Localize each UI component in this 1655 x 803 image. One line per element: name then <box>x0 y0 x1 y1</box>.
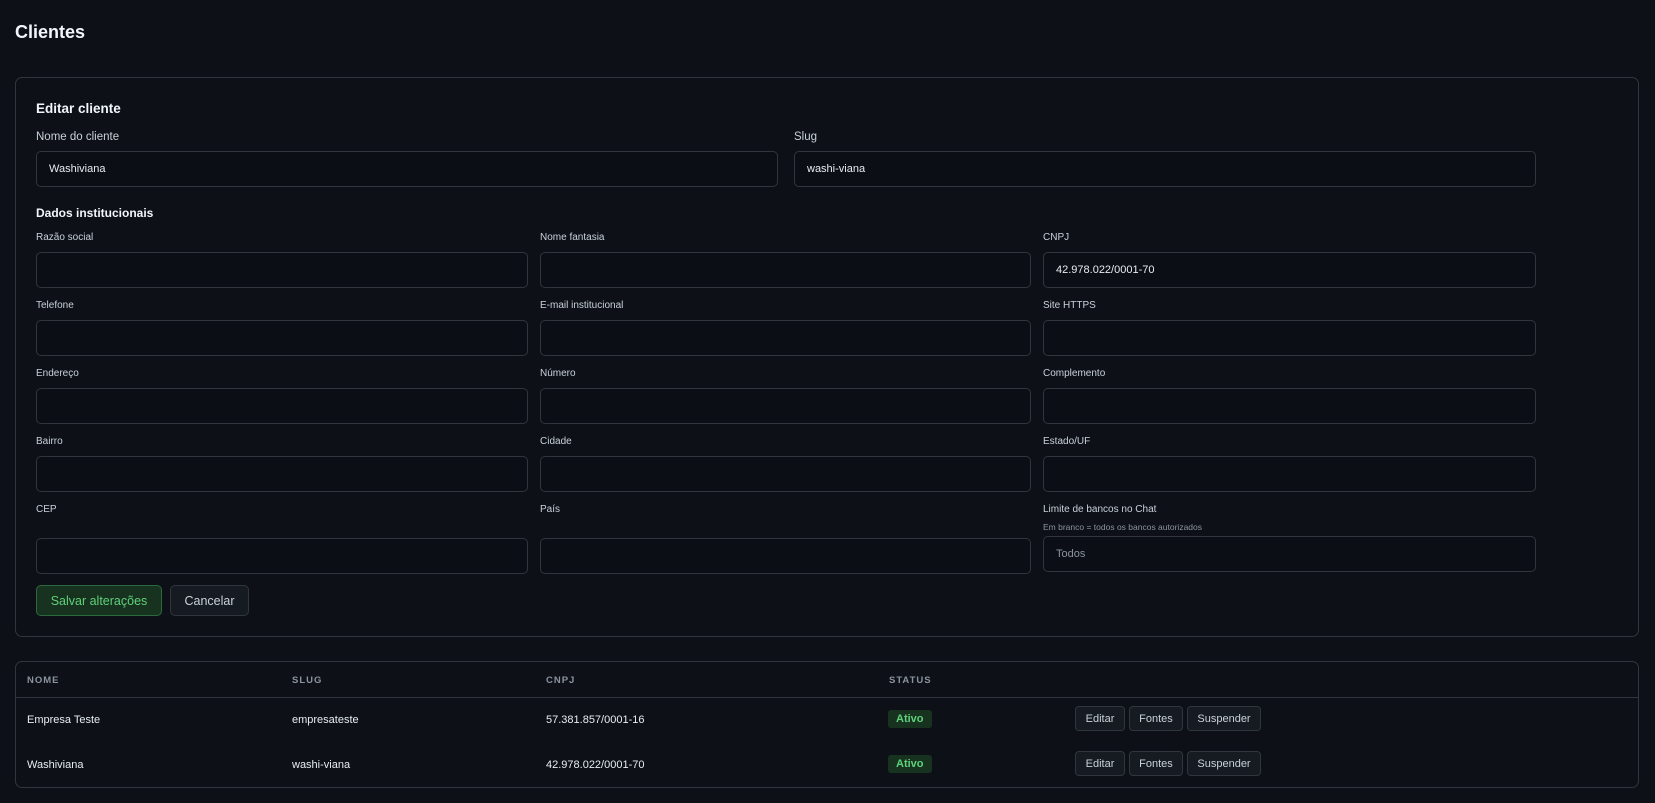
numero-input[interactable] <box>540 388 1031 424</box>
edit-client-card: Editar cliente Nome do cliente Slug Dado… <box>15 77 1639 637</box>
column-header-nome: NOME <box>27 675 60 686</box>
chat-bank-limit-hint: Em branco = todos os bancos autorizados <box>1043 522 1202 532</box>
client-name-label: Nome do cliente <box>36 131 120 143</box>
client-name-input[interactable] <box>36 151 778 187</box>
nome-fantasia-field: Nome fantasia <box>540 231 1031 288</box>
column-header-slug: SLUG <box>292 675 323 686</box>
bairro-field: Bairro <box>36 435 528 492</box>
estado-input[interactable] <box>1043 456 1536 492</box>
client-name-field: Nome do cliente <box>36 130 778 187</box>
column-header-cnpj: CNPJ <box>546 675 576 686</box>
site-input[interactable] <box>1043 320 1536 356</box>
razao-social-label: Razão social <box>36 232 94 243</box>
cep-field: CEP <box>36 503 528 574</box>
suspend-button[interactable]: Suspender <box>1187 706 1261 731</box>
site-label: Site HTTPS <box>1043 300 1096 311</box>
cep-label: CEP <box>36 504 57 515</box>
telefone-input[interactable] <box>36 320 528 356</box>
cidade-label: Cidade <box>540 436 572 447</box>
status-badge: Ativo <box>888 755 932 773</box>
suspend-button[interactable]: Suspender <box>1187 751 1261 776</box>
telefone-field: Telefone <box>36 299 528 356</box>
institutional-data-title: Dados institucionais <box>36 206 154 220</box>
cell-cnpj: 42.978.022/0001-70 <box>546 759 645 771</box>
chat-bank-limit-label: Limite de bancos no Chat <box>1043 504 1157 515</box>
bairro-label: Bairro <box>36 436 63 447</box>
email-label: E-mail institucional <box>540 300 624 311</box>
numero-field: Número <box>540 367 1031 424</box>
chat-bank-limit-field: Limite de bancos no Chat Em branco = tod… <box>1043 503 1536 572</box>
pais-label: País <box>540 504 561 515</box>
status-badge: Ativo <box>888 710 932 728</box>
cep-input[interactable] <box>36 538 528 574</box>
numero-label: Número <box>540 368 576 379</box>
razao-social-input[interactable] <box>36 252 528 288</box>
save-changes-button[interactable]: Salvar alterações <box>36 585 162 616</box>
endereco-label: Endereço <box>36 368 79 379</box>
clients-table: NOME SLUG CNPJ STATUS Empresa Teste empr… <box>15 661 1639 788</box>
page-title: Clientes <box>15 22 86 42</box>
slug-field: Slug <box>794 130 1536 187</box>
complemento-label: Complemento <box>1043 368 1106 379</box>
edit-client-title: Editar cliente <box>36 101 121 116</box>
cidade-input[interactable] <box>540 456 1031 492</box>
slug-input[interactable] <box>794 151 1536 187</box>
complemento-input[interactable] <box>1043 388 1536 424</box>
cell-slug: empresateste <box>292 714 359 726</box>
cnpj-label: CNPJ <box>1043 232 1070 243</box>
cell-cnpj: 57.381.857/0001-16 <box>546 714 645 726</box>
estado-label: Estado/UF <box>1043 436 1091 447</box>
slug-label: Slug <box>794 131 818 143</box>
edit-button[interactable]: Editar <box>1075 706 1125 731</box>
complemento-field: Complemento <box>1043 367 1536 424</box>
email-input[interactable] <box>540 320 1031 356</box>
bairro-input[interactable] <box>36 456 528 492</box>
telefone-label: Telefone <box>36 300 74 311</box>
pais-field: País <box>540 503 1031 574</box>
table-row: Empresa Teste empresateste 57.381.857/00… <box>16 698 1638 743</box>
cnpj-input[interactable] <box>1043 252 1536 288</box>
razao-social-field: Razão social <box>36 231 528 288</box>
endereco-field: Endereço <box>36 367 528 424</box>
pais-input[interactable] <box>540 538 1031 574</box>
sources-button[interactable]: Fontes <box>1129 706 1183 731</box>
edit-button[interactable]: Editar <box>1075 751 1125 776</box>
cell-slug: washi-viana <box>292 759 351 771</box>
estado-field: Estado/UF <box>1043 435 1536 492</box>
sources-button[interactable]: Fontes <box>1129 751 1183 776</box>
column-header-status: STATUS <box>889 675 932 686</box>
nome-fantasia-label: Nome fantasia <box>540 232 605 243</box>
table-header: NOME SLUG CNPJ STATUS <box>16 662 1638 698</box>
site-field: Site HTTPS <box>1043 299 1536 356</box>
cidade-field: Cidade <box>540 435 1031 492</box>
nome-fantasia-input[interactable] <box>540 252 1031 288</box>
endereco-input[interactable] <box>36 388 528 424</box>
cell-nome: Washiviana <box>27 759 84 771</box>
email-field: E-mail institucional <box>540 299 1031 356</box>
cell-nome: Empresa Teste <box>27 714 101 726</box>
cnpj-field: CNPJ <box>1043 231 1536 288</box>
cancel-button[interactable]: Cancelar <box>170 585 249 616</box>
table-row: Washiviana washi-viana 42.978.022/0001-7… <box>16 743 1638 787</box>
chat-bank-limit-input[interactable] <box>1043 536 1536 572</box>
